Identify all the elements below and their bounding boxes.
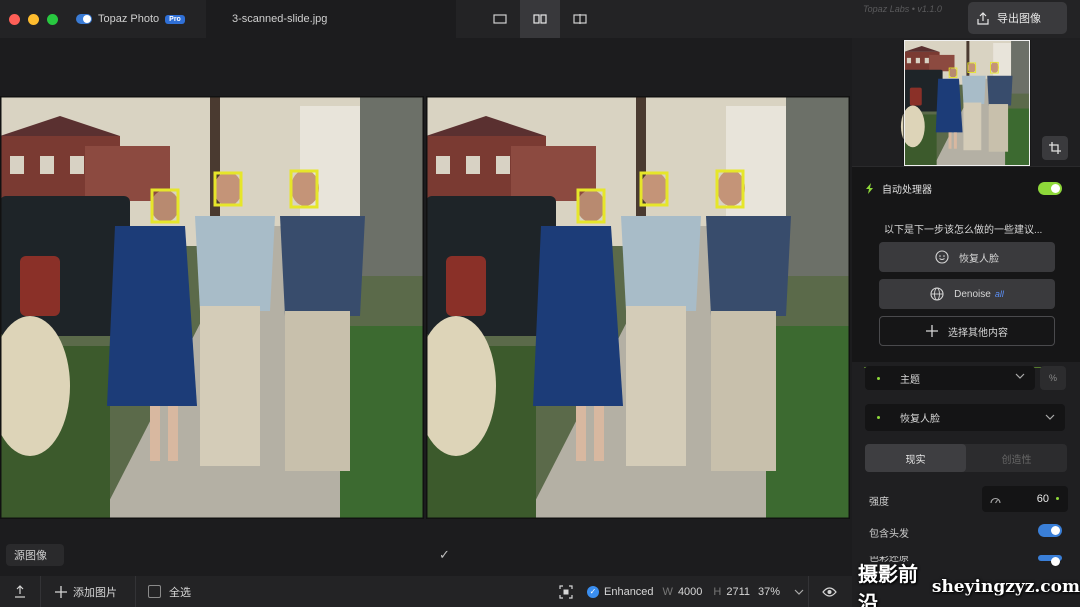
export-icon [977, 11, 989, 25]
right-panel: 自动处理器 以下是下一步该怎么做的一些建议... 恢复人脸 Denoise al… [852, 38, 1080, 607]
color-restore-toggle[interactable] [1038, 555, 1062, 566]
active-dot [877, 376, 880, 380]
eye-icon [822, 586, 837, 597]
enhanced-check-icon: ✓ [587, 585, 599, 598]
enhanced-image[interactable] [426, 96, 850, 519]
subject-label: 主题 [900, 374, 920, 386]
autopilot-header: 自动处理器 [866, 181, 932, 196]
add-images-label: 添加图片 [73, 586, 117, 599]
original-image[interactable] [0, 96, 424, 519]
crop-button[interactable] [1042, 136, 1068, 160]
export-image-button[interactable]: 导出图像 [968, 2, 1067, 34]
suggest-denoise-button[interactable]: Denoise all [879, 279, 1055, 309]
topaz-photo-app: Topaz Photo Pro 3-scanned-slide.jpg Topa… [0, 0, 1080, 607]
select-all-label: 全选 [169, 586, 191, 599]
suggestion-text: 以下是下一步该怎么做的一些建议... [884, 225, 1043, 236]
upload-button[interactable] [0, 585, 40, 598]
tab-creative[interactable]: 创造性 [966, 444, 1067, 472]
preview-toggle-button[interactable] [822, 586, 837, 597]
enhanced-toggle[interactable]: ✓ Enhanced W 4000 H 2711 [587, 585, 751, 598]
select-other-button[interactable]: 选择其他内容 [879, 316, 1055, 346]
include-hair-toggle[interactable] [1038, 524, 1062, 537]
watermark-domain: sheyingzyz.com [931, 576, 1080, 597]
model-dropdown[interactable]: 恢复人脸 [865, 404, 1065, 431]
export-label: 导出图像 [997, 13, 1041, 25]
app-tab[interactable]: Topaz Photo Pro [66, 0, 206, 38]
share-icon [15, 585, 25, 598]
layout-compare-icon [573, 14, 587, 24]
active-dot [877, 416, 880, 419]
enhanced-label: Enhanced [604, 585, 654, 598]
face-icon [935, 250, 949, 264]
topaz-logo-icon [76, 14, 92, 24]
watermark-text: 摄影前沿 [858, 561, 918, 607]
close-window-button[interactable] [9, 13, 20, 25]
file-tab[interactable]: 3-scanned-slide.jpg [206, 0, 456, 38]
subject-dropdown[interactable]: 主题 [865, 366, 1035, 390]
image-canvas[interactable]: 源图像 ✓ [0, 38, 852, 576]
select-other-label: 选择其他内容 [948, 327, 1008, 339]
include-hair-label: 包含头发 [869, 529, 909, 540]
autopilot-toggle[interactable] [1038, 182, 1062, 195]
fit-button[interactable] [559, 584, 573, 599]
view-single-button[interactable] [480, 0, 520, 38]
app-name: Topaz Photo [98, 13, 160, 25]
checkbox-box [148, 585, 161, 598]
enhanced-photo [426, 96, 850, 519]
denoise-label: Denoise [954, 288, 991, 300]
gauge-icon [990, 497, 1001, 503]
active-dot [1056, 497, 1059, 500]
zoom-value: 37% [758, 585, 781, 598]
percent-button[interactable]: % [1040, 366, 1066, 390]
view-mode-group [480, 0, 600, 38]
original-photo [0, 96, 424, 519]
view-compare-button[interactable] [560, 0, 600, 38]
add-images-button[interactable]: 添加图片 [41, 584, 135, 600]
version-label: Topaz Labs • v1.1.0 [863, 4, 942, 14]
navigator-thumbnail[interactable] [874, 40, 1060, 166]
pro-badge: Pro [165, 14, 185, 24]
restore-face-label: 恢复人脸 [959, 253, 999, 265]
width-value: 4000 [677, 585, 703, 598]
suggest-restore-face-button[interactable]: 恢复人脸 [879, 242, 1055, 272]
minimize-window-button[interactable] [28, 13, 39, 25]
window-controls [9, 13, 58, 25]
width-label: W [662, 585, 673, 598]
view-split-button[interactable] [520, 0, 560, 38]
watermark: 摄影前沿 sheyingzyz.com [858, 562, 1080, 607]
mode-tabs: 现实 创造性 [865, 444, 1067, 472]
plus-icon [926, 325, 938, 337]
source-image-label: 源图像 [6, 544, 64, 566]
layout-single-icon [493, 14, 507, 24]
check-icon: ✓ [439, 547, 450, 562]
title-bar: Topaz Photo Pro 3-scanned-slide.jpg Topa… [0, 0, 1080, 38]
zoom-window-button[interactable] [47, 13, 58, 25]
model-label: 恢复人脸 [900, 414, 940, 425]
bottom-toolbar: 添加图片 全选 ✓ Enhanced W 4000 H 2711 37% [0, 576, 852, 607]
zoom-select[interactable]: 37% [758, 586, 804, 598]
layout-split-icon [533, 14, 547, 24]
globe-icon [930, 287, 944, 301]
fit-icon [559, 584, 573, 599]
chevron-down-icon [794, 589, 804, 595]
select-all-checkbox[interactable]: 全选 [136, 584, 191, 600]
navigator-viewport[interactable] [904, 40, 1030, 166]
autopilot-panel: 自动处理器 以下是下一步该怎么做的一些建议... 恢复人脸 Denoise al… [852, 166, 1080, 362]
denoise-all-tag: all [994, 289, 1004, 299]
bolt-icon [866, 183, 873, 194]
strength-label: 强度 [869, 497, 889, 508]
crop-icon [1049, 142, 1061, 154]
autopilot-title: 自动处理器 [882, 185, 932, 196]
chevron-down-icon [1045, 414, 1055, 420]
strength-value: 60 [1036, 493, 1049, 505]
strength-input[interactable]: 60 [982, 486, 1068, 512]
divider [808, 576, 809, 607]
height-label: H [713, 585, 722, 598]
chevron-down-icon [1015, 373, 1025, 379]
height-value: 2711 [726, 585, 751, 598]
tab-realistic[interactable]: 现实 [865, 444, 966, 472]
plus-icon [55, 585, 67, 598]
